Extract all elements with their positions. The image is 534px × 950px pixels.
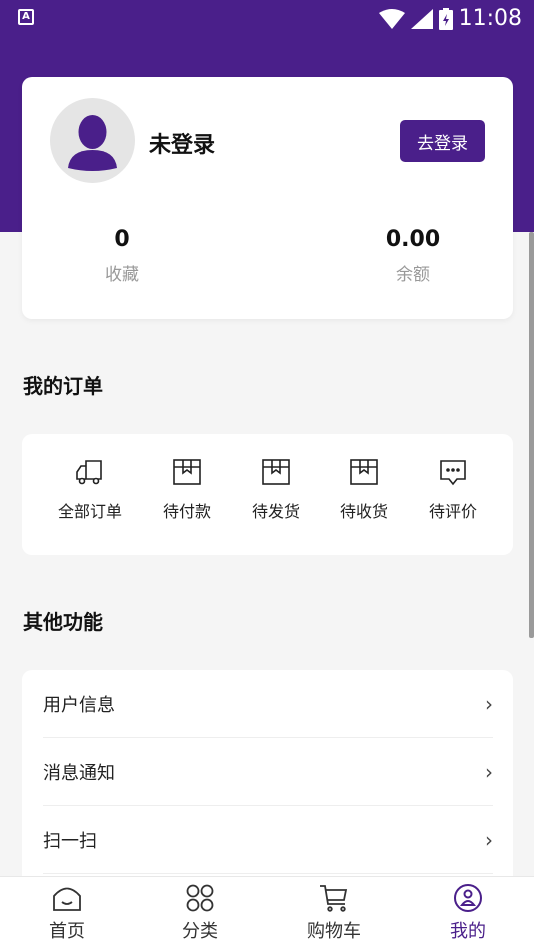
home-icon [53,887,81,911]
function-scan[interactable]: 扫一扫 › [43,806,493,874]
username: 未登录 [149,133,216,158]
functions-card: 用户信息 › 消息通知 › 扫一扫 › [22,670,513,900]
order-pending-receipt[interactable]: 待收货 [319,458,409,522]
chevron-right-icon: › [485,827,493,852]
function-notifications[interactable]: 消息通知 › [43,738,493,806]
box-icon [173,459,201,485]
clock: 11:08 [458,6,522,31]
box-icon [350,459,378,485]
tab-category[interactable]: 分类 [150,883,250,943]
order-label: 待评价 [428,502,477,521]
user-icon [454,884,482,912]
battery-icon [438,7,453,30]
tab-label: 购物车 [307,921,361,942]
function-label: 用户信息 [43,694,115,716]
favorites-label: 收藏 [105,265,139,285]
orders-card: 全部订单 待付款 待发货 待收货 待评价 [22,434,513,555]
scrollbar[interactable] [529,232,534,638]
order-label: 待收货 [339,502,388,521]
category-icon [186,884,214,912]
balance-amount: 0.00 [385,227,441,252]
balance-stat[interactable]: 0.00 余额 [348,227,478,285]
wifi-icon [378,8,405,29]
functions-title: 其他功能 [23,610,103,634]
status-icons: 11:08 [378,6,522,31]
favorites-count: 0 [114,227,130,252]
box-icon [262,459,290,485]
tab-label: 分类 [182,921,218,942]
status-bar: A 11:08 [0,0,534,36]
signal-icon [410,8,433,29]
tab-label: 我的 [450,921,486,942]
function-user-info[interactable]: 用户信息 › [43,670,493,738]
function-label: 消息通知 [43,762,115,784]
login-button[interactable]: 去登录 [400,120,485,162]
function-label: 扫一扫 [43,830,97,852]
order-pending-payment[interactable]: 待付款 [142,458,232,522]
truck-icon [76,460,102,485]
order-pending-review[interactable]: 待评价 [408,458,498,522]
notification-badge: A [18,9,34,25]
tab-label: 首页 [49,921,85,942]
order-label: 待发货 [251,502,300,521]
chevron-right-icon: › [485,759,493,784]
bottom-tab-bar: 首页 分类 购物车 我的 [0,876,534,950]
order-pending-shipment[interactable]: 待发货 [231,458,321,522]
tab-home[interactable]: 首页 [17,883,117,943]
chat-icon [440,460,466,486]
favorites-stat[interactable]: 0 收藏 [57,227,187,285]
order-label: 全部订单 [57,502,122,521]
tab-cart[interactable]: 购物车 [284,883,384,943]
balance-label: 余额 [396,265,430,285]
avatar[interactable] [50,98,135,183]
profile-card: 未登录 去登录 0 收藏 0.00 余额 [22,77,513,319]
order-label: 待付款 [162,502,211,521]
tab-mine[interactable]: 我的 [418,883,518,943]
order-all[interactable]: 全部订单 [45,458,135,522]
chevron-right-icon: › [485,691,493,716]
cart-icon [320,885,348,912]
default-avatar-icon [68,115,117,171]
orders-title: 我的订单 [23,374,103,398]
